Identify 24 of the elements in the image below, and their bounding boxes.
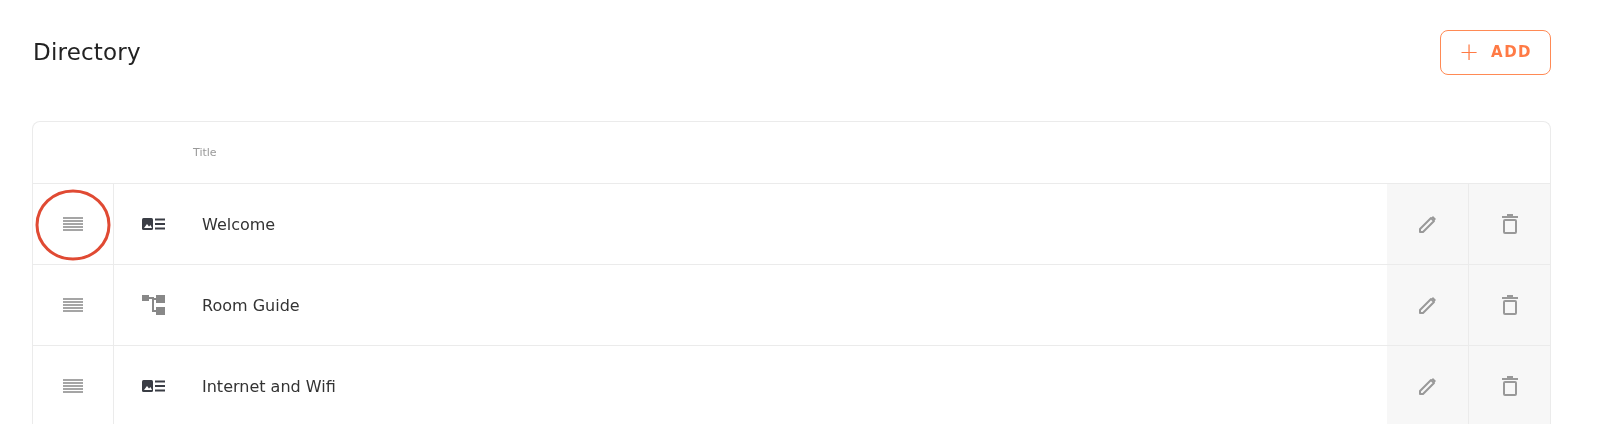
pencil-icon (1417, 375, 1438, 397)
drag-handle-icon[interactable] (63, 298, 83, 312)
delete-button[interactable] (1501, 376, 1518, 396)
trash-icon (1501, 214, 1518, 234)
trash-icon (1501, 376, 1518, 396)
column-header: Title (193, 146, 218, 159)
edit-button[interactable] (1417, 213, 1438, 235)
row-title: Internet and Wifi (202, 376, 336, 396)
edit-button[interactable] (1417, 375, 1438, 397)
trash-icon (1501, 295, 1518, 315)
pencil-icon (1417, 213, 1438, 235)
delete-button[interactable] (1501, 295, 1518, 315)
delete-button[interactable] (1501, 214, 1518, 234)
page-title: Directory (33, 39, 141, 65)
card-list-icon (141, 218, 165, 230)
pencil-icon (1417, 294, 1438, 316)
row-title: Room Guide (202, 295, 300, 315)
add-button[interactable]: + ADD (1440, 29, 1551, 75)
row-title: Welcome (202, 214, 276, 234)
drag-handle-icon[interactable] (63, 379, 83, 393)
hierarchy-icon (141, 295, 165, 315)
card-list-icon (141, 380, 165, 392)
edit-button[interactable] (1417, 294, 1438, 316)
drag-handle-icon[interactable] (63, 217, 83, 231)
